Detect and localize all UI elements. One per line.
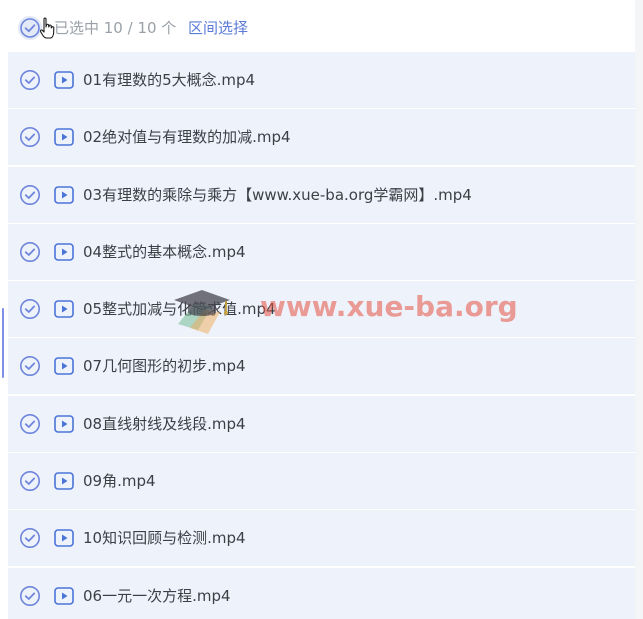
video-file-icon xyxy=(54,414,74,434)
file-row[interactable]: 03有理数的乘除与乘方【www.xue-ba.org学霸网】.mp4 xyxy=(8,166,635,223)
check-circle-icon[interactable] xyxy=(19,413,41,435)
check-circle-icon[interactable] xyxy=(19,527,41,549)
check-circle-icon[interactable] xyxy=(19,241,41,263)
selection-header: 已选中 10 / 10 个 区间选择 xyxy=(8,0,635,52)
file-name: 06一元一次方程.mp4 xyxy=(83,586,231,605)
check-circle-icon[interactable] xyxy=(19,355,41,377)
file-list: 01有理数的5大概念.mp4 02绝对值与有理数的加减.mp4 03有理数的乘除… xyxy=(8,52,635,619)
check-circle-icon[interactable] xyxy=(19,470,41,492)
file-row[interactable]: 05整式加减与化简求值.mp4 xyxy=(8,281,635,338)
file-row[interactable]: 08直线射线及线段.mp4 xyxy=(8,395,635,452)
file-row[interactable]: 09角.mp4 xyxy=(8,453,635,510)
check-circle-icon[interactable] xyxy=(19,69,41,91)
video-file-icon xyxy=(54,528,74,548)
file-row[interactable]: 10知识回顾与检测.mp4 xyxy=(8,510,635,567)
video-file-icon xyxy=(54,242,74,262)
scroll-indicator xyxy=(2,308,4,378)
file-row[interactable]: 07几何图形的初步.mp4 xyxy=(8,338,635,395)
video-file-icon xyxy=(54,471,74,491)
file-row[interactable]: 01有理数的5大概念.mp4 xyxy=(8,52,635,108)
right-scroll-area xyxy=(635,0,643,619)
video-file-icon xyxy=(54,299,74,319)
file-name: 03有理数的乘除与乘方【www.xue-ba.org学霸网】.mp4 xyxy=(83,185,472,204)
file-name: 02绝对值与有理数的加减.mp4 xyxy=(83,128,291,147)
file-name: 09角.mp4 xyxy=(83,472,156,491)
range-select-link[interactable]: 区间选择 xyxy=(188,18,248,38)
video-file-icon xyxy=(54,185,74,205)
file-name: 08直线射线及线段.mp4 xyxy=(83,414,246,433)
check-circle-icon[interactable] xyxy=(19,126,41,148)
video-file-icon xyxy=(54,127,74,147)
file-row[interactable]: 06一元一次方程.mp4 xyxy=(8,567,635,619)
video-file-icon xyxy=(54,70,74,90)
file-row[interactable]: 02绝对值与有理数的加减.mp4 xyxy=(8,109,635,166)
file-name: 10知识回顾与检测.mp4 xyxy=(83,529,246,548)
file-row[interactable]: 04整式的基本概念.mp4 xyxy=(8,223,635,280)
file-name: 05整式加减与化简求值.mp4 xyxy=(83,300,276,319)
file-name: 04整式的基本概念.mp4 xyxy=(83,242,246,261)
check-circle-icon[interactable] xyxy=(19,184,41,206)
check-circle-icon[interactable] xyxy=(19,585,41,607)
video-file-icon xyxy=(54,356,74,376)
video-file-icon xyxy=(54,586,74,606)
check-circle-icon[interactable] xyxy=(19,298,41,320)
file-name: 07几何图形的初步.mp4 xyxy=(83,357,246,376)
file-name: 01有理数的5大概念.mp4 xyxy=(83,71,256,89)
file-selection-panel: 已选中 10 / 10 个 区间选择 01有理数的5大概念.mp4 02绝对值与… xyxy=(0,0,643,619)
selected-count-label: 已选中 10 / 10 个 xyxy=(54,19,177,37)
